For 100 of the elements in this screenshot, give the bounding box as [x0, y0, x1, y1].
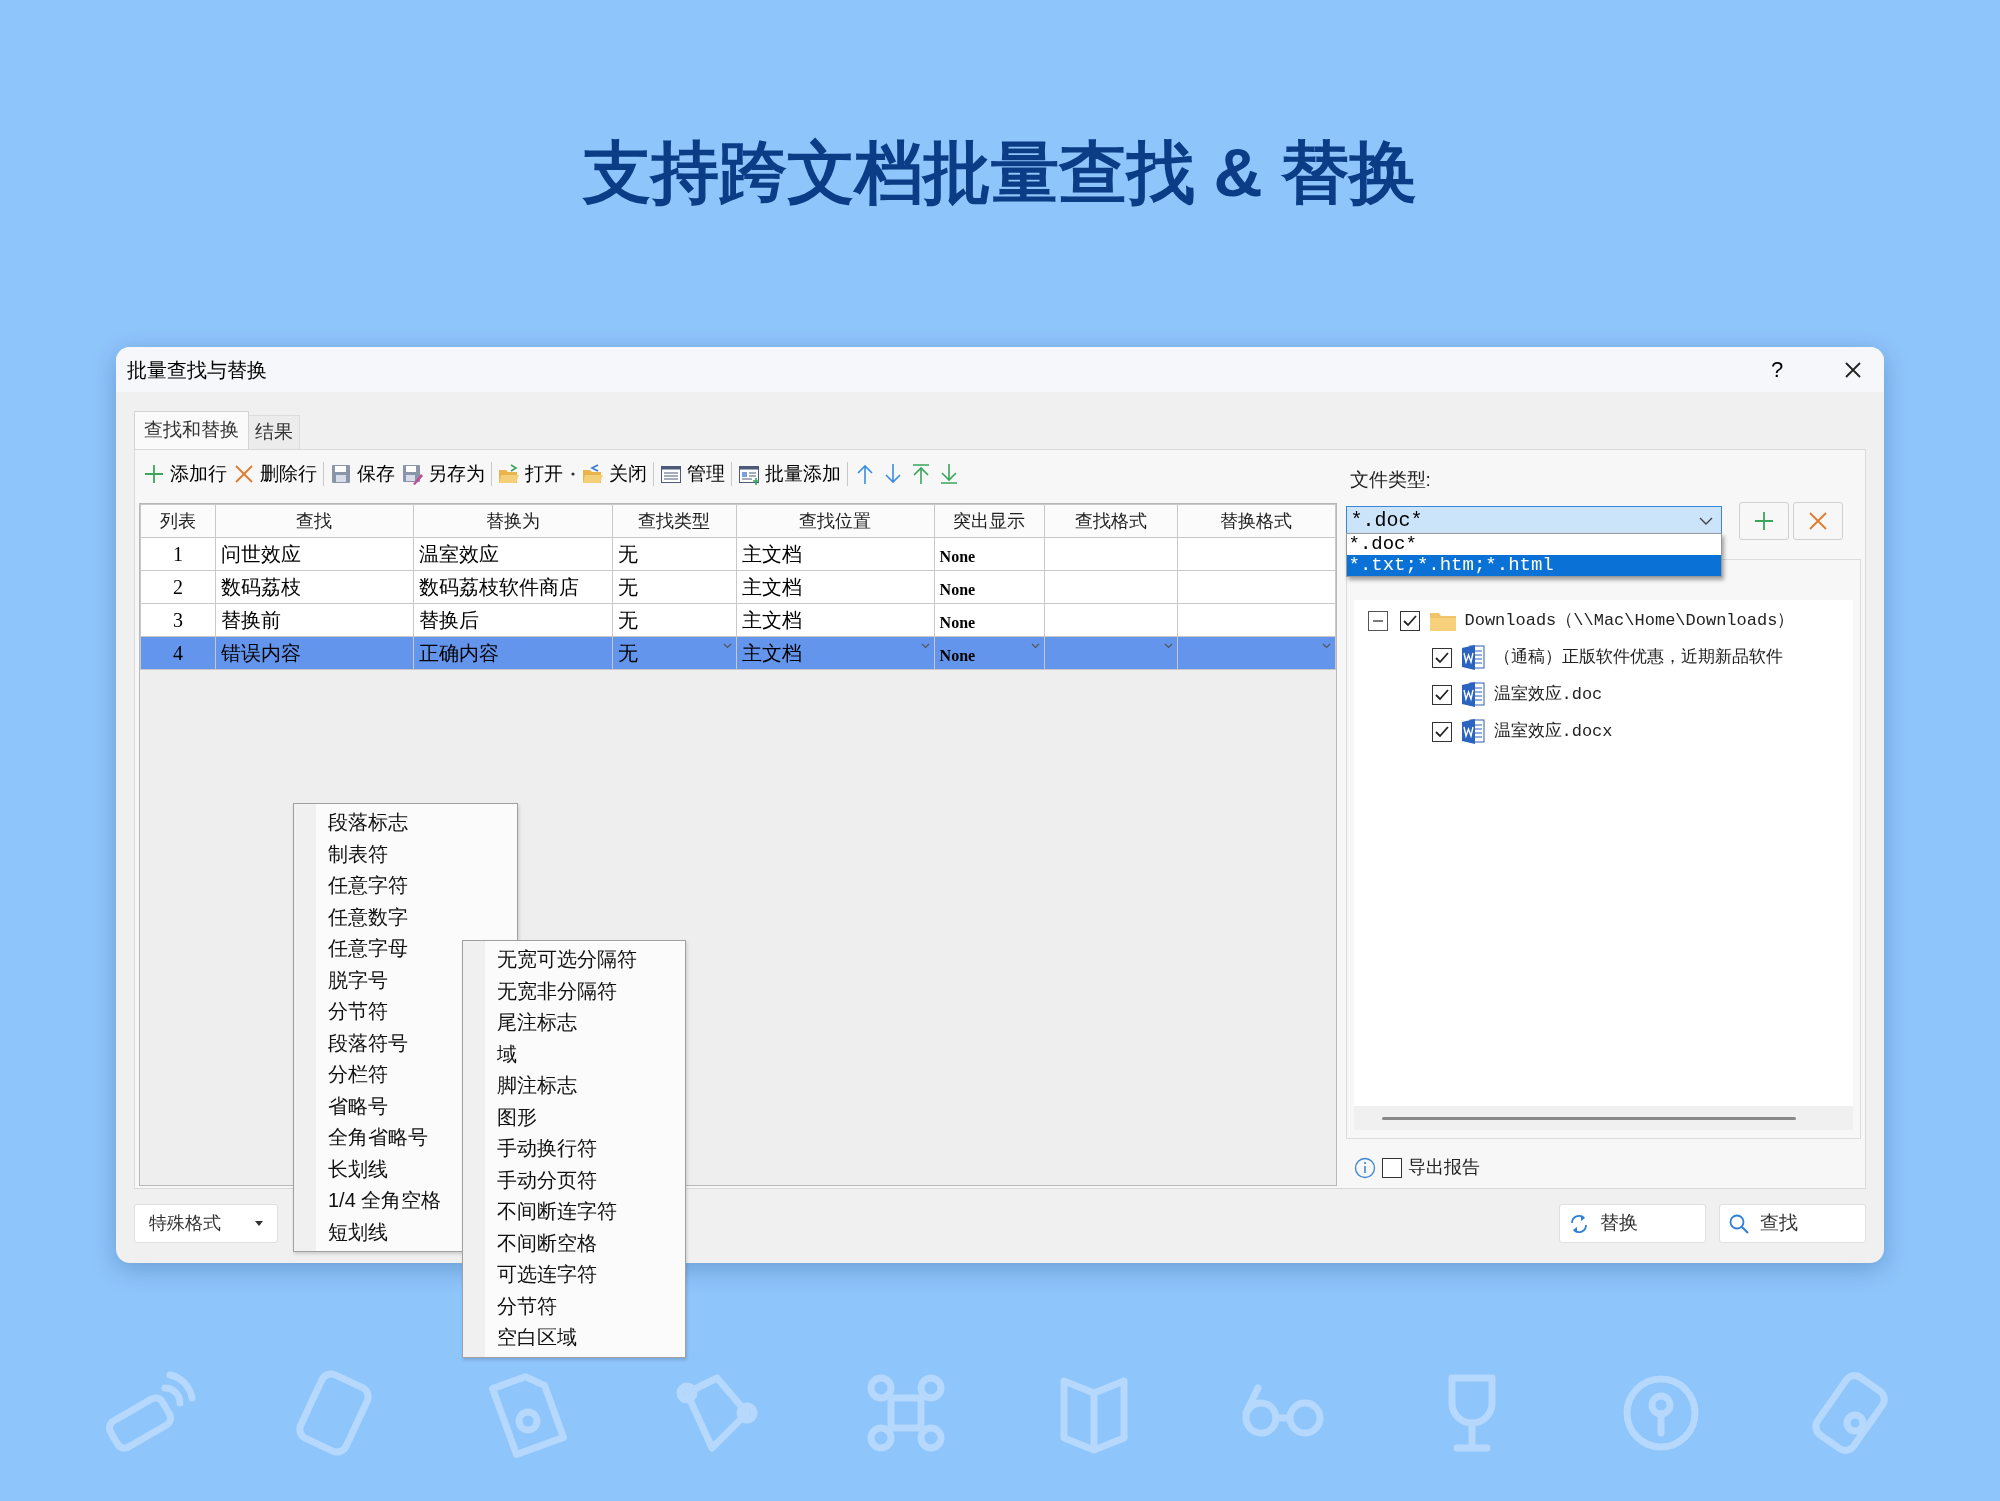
column-header[interactable]: 突出显示 — [934, 504, 1045, 538]
table-cell: 4 — [172, 642, 183, 664]
column-header[interactable]: 替换格式 — [1177, 504, 1335, 538]
checkbox[interactable] — [1431, 684, 1452, 705]
plus-icon — [143, 463, 165, 485]
save-button[interactable]: 保存 — [327, 457, 398, 491]
chevron-down-icon — [1321, 643, 1331, 649]
open-button[interactable]: 打开 — [495, 457, 579, 491]
chevron-down-icon — [920, 643, 930, 649]
replace-button[interactable]: 替换 — [1559, 1204, 1706, 1243]
checkmark-icon — [1402, 614, 1417, 627]
word-document-icon — [1460, 644, 1485, 671]
menu-item[interactable]: 无宽非分隔符 — [463, 975, 685, 1007]
checkbox-label: 导出报告 — [1407, 1156, 1480, 1179]
table-cell: 主文档 — [742, 543, 803, 565]
tab[interactable]: 结果 — [249, 415, 300, 449]
special-format-button[interactable]: 特殊格式 — [134, 1204, 278, 1243]
menu-item[interactable]: 尾注标志 — [463, 1007, 685, 1039]
menu-item[interactable]: 脚注标志 — [463, 1070, 685, 1102]
batch-add-button[interactable]: 批量添加 — [735, 457, 844, 491]
save-as-button[interactable]: 另存为 — [398, 457, 488, 491]
file-type-label: 文件类型: — [1348, 468, 1432, 492]
manage-button[interactable]: 管理 — [657, 457, 728, 491]
menu-item[interactable]: 图形 — [463, 1101, 685, 1133]
scrollbar-thumb[interactable] — [1381, 1116, 1796, 1120]
dropdown-option[interactable]: *.doc* — [1346, 534, 1721, 555]
menu-item[interactable]: 手动分页符 — [463, 1164, 685, 1196]
checkmark-icon — [1434, 688, 1449, 701]
word-document-icon — [1460, 681, 1485, 708]
table-cell: 无 — [617, 609, 638, 631]
tab[interactable]: 查找和替换 — [134, 411, 249, 449]
x-icon — [1806, 510, 1829, 532]
checkmark-icon — [1434, 725, 1449, 738]
table-cell: None — [939, 647, 976, 664]
checkbox[interactable] — [1431, 647, 1452, 668]
table-row[interactable]: 3 替换前 替换后 无 主文档 None — [140, 603, 1335, 637]
checkbox[interactable] — [1431, 721, 1452, 742]
plus-icon — [1752, 510, 1775, 532]
table-cell: None — [939, 548, 976, 565]
checkbox[interactable] — [1381, 1157, 1402, 1178]
add-row-button[interactable]: 添加行 — [140, 457, 230, 491]
column-header[interactable]: 查找类型 — [612, 504, 737, 538]
list-window-icon — [660, 463, 682, 485]
floppy-disk-pencil-icon — [401, 463, 423, 485]
tree-item[interactable]: 温室效应.doc — [1493, 681, 1603, 708]
folder-arrow-icon — [582, 463, 604, 485]
column-header[interactable]: 查找格式 — [1044, 504, 1178, 538]
menu-item[interactable]: 分节符 — [463, 1290, 685, 1322]
table-cell: 替换后 — [419, 609, 480, 631]
table-cell: None — [939, 614, 976, 631]
column-header[interactable]: 查找 — [215, 504, 414, 538]
table-cell: 3 — [172, 609, 183, 631]
table-cell: 错误内容 — [220, 642, 301, 664]
word-document-icon — [1460, 718, 1485, 745]
menu-item[interactable]: 不间断空格 — [463, 1227, 685, 1259]
table-cell: 温室效应 — [419, 543, 500, 565]
help-button[interactable]: ? — [1757, 349, 1797, 390]
tree-item[interactable]: Downloads（\\Mac\Home\Downloads） — [1464, 607, 1795, 634]
delete-row-button[interactable]: 删除行 — [230, 457, 320, 491]
table-cell: 数码荔枝 — [220, 576, 301, 598]
column-header[interactable]: 替换为 — [413, 504, 613, 538]
close-file-button[interactable]: 关闭 — [579, 457, 650, 491]
refresh-icon — [1568, 1212, 1590, 1235]
table-row[interactable]: 4 错误内容 正确内容 无 主文档 None — [140, 636, 1335, 670]
column-header[interactable]: 查找位置 — [736, 504, 935, 538]
table-cell: None — [939, 581, 976, 598]
table-cell: 主文档 — [742, 576, 803, 598]
checkbox[interactable] — [1399, 610, 1420, 631]
close-icon — [1844, 360, 1862, 379]
tree-item[interactable]: （通稿）正版软件优惠，近期新品软件 — [1493, 644, 1783, 671]
menu-item[interactable]: 不间断连字符 — [463, 1196, 685, 1228]
menu-item[interactable]: 无宽可选分隔符 — [463, 944, 685, 976]
dropdown-option[interactable]: *.txt;*.htm;*.html — [1346, 555, 1721, 576]
caret-down-icon — [255, 1221, 263, 1226]
headline: 支持跨文档批量查找 & 替换 — [582, 136, 1418, 208]
table-row[interactable]: 1 问世效应 温室效应 无 主文档 None — [140, 537, 1335, 571]
collapse-toggle[interactable] — [1367, 610, 1388, 631]
menu-item[interactable]: 段落标志 — [294, 807, 517, 839]
add-file-type-button[interactable] — [1738, 502, 1789, 540]
arrow-to-bottom-icon — [938, 463, 960, 485]
menu-item[interactable]: 制表符 — [294, 838, 517, 870]
table-cell: 1 — [172, 543, 183, 565]
column-header[interactable]: 列表 — [140, 504, 216, 538]
menu-item[interactable]: 任意数字 — [294, 901, 517, 933]
menu-item[interactable]: 空白区域 — [463, 1322, 685, 1354]
table-cell: 无 — [617, 576, 638, 598]
arrow-to-top-icon — [910, 463, 932, 485]
chevron-down-icon — [1698, 517, 1713, 525]
table-cell: 问世效应 — [220, 543, 301, 565]
menu-item[interactable]: 域 — [463, 1038, 685, 1070]
menu-item[interactable]: 手动换行符 — [463, 1133, 685, 1165]
table-row[interactable]: 2 数码荔枝 数码荔枝软件商店 无 主文档 None — [140, 570, 1335, 604]
chevron-down-icon — [1031, 643, 1041, 649]
table-cell: 正确内容 — [419, 642, 500, 664]
menu-item[interactable]: 任意字符 — [294, 870, 517, 902]
tree-item[interactable]: 温室效应.docx — [1493, 718, 1613, 745]
table-cell: 主文档 — [742, 642, 803, 664]
info-icon — [1353, 1156, 1376, 1179]
menu-item[interactable]: 可选连字符 — [463, 1259, 685, 1291]
find-button[interactable]: 查找 — [1719, 1204, 1866, 1243]
